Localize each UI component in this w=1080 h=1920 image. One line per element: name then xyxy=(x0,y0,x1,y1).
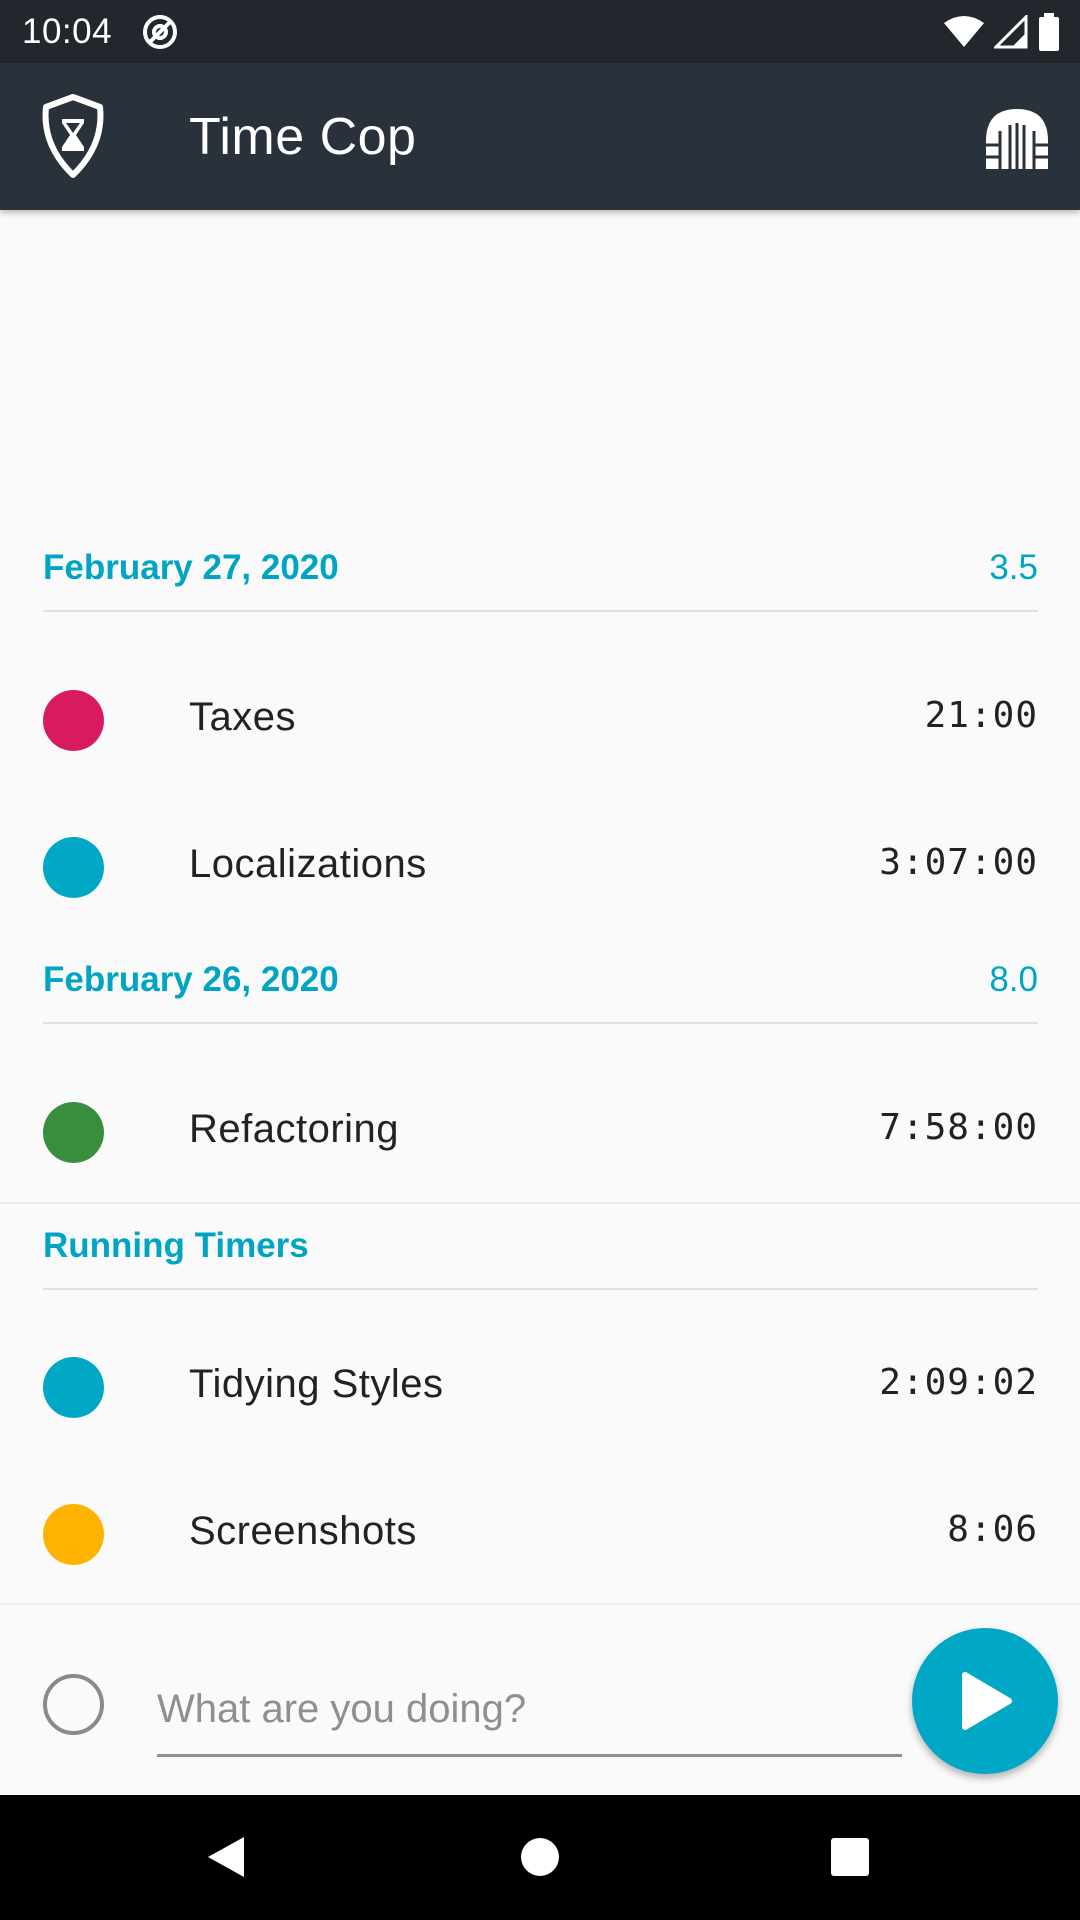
entry-duration: 21:00 xyxy=(924,695,1038,736)
running-timer[interactable]: Screenshots 8:06 xyxy=(0,1461,1080,1608)
project-color-dot xyxy=(43,690,104,751)
group-header: February 26, 2020 8.0 xyxy=(43,944,1038,1024)
group-date: February 27, 2020 xyxy=(43,548,339,587)
system-nav-bar xyxy=(0,1795,1080,1920)
group-date: February 26, 2020 xyxy=(43,960,339,999)
project-color-dot xyxy=(43,837,104,898)
entry-duration: 2:09:02 xyxy=(879,1362,1038,1403)
badge-hourglass-icon xyxy=(42,94,104,178)
entry-duration: 7:58:00 xyxy=(879,1107,1038,1148)
project-color-dot xyxy=(43,1102,104,1163)
app-bar: Time Cop xyxy=(0,63,1080,210)
nav-back-button[interactable] xyxy=(196,1827,256,1887)
entry-duration: 8:06 xyxy=(947,1509,1038,1550)
entry-duration: 3:07:00 xyxy=(879,842,1038,883)
entry-name: Taxes xyxy=(189,695,296,739)
running-timers-header: Running Timers xyxy=(43,1210,1038,1290)
group-hours: 3.5 xyxy=(989,548,1038,587)
section-divider xyxy=(0,1202,1080,1204)
entry-name: Localizations xyxy=(189,842,427,886)
entry-name: Refactoring xyxy=(189,1107,400,1151)
project-select-button[interactable] xyxy=(43,1674,104,1735)
time-entry[interactable]: Localizations 3:07:00 xyxy=(0,794,1080,941)
battery-icon xyxy=(1039,13,1059,51)
group-header: February 27, 2020 3.5 xyxy=(43,532,1038,612)
home-circle-icon xyxy=(521,1838,559,1876)
gate-icon[interactable] xyxy=(982,103,1052,173)
status-icons xyxy=(944,12,1060,52)
nav-home-button[interactable] xyxy=(510,1827,570,1887)
running-timer[interactable]: Tidying Styles 2:09:02 xyxy=(0,1314,1080,1461)
play-icon xyxy=(962,1672,1012,1730)
description-input[interactable] xyxy=(157,1657,902,1757)
group-hours: 8.0 xyxy=(989,960,1038,999)
app-title: Time Cop xyxy=(189,108,417,166)
project-color-dot xyxy=(43,1504,104,1565)
at-sign-icon xyxy=(143,15,177,49)
nav-recents-button[interactable] xyxy=(820,1827,880,1887)
time-entry[interactable]: Refactoring 7:58:00 xyxy=(0,1059,1080,1206)
running-timers-title: Running Timers xyxy=(43,1226,309,1265)
time-entry[interactable]: Taxes 21:00 xyxy=(0,647,1080,794)
start-timer-button[interactable] xyxy=(912,1628,1058,1774)
wifi-icon xyxy=(944,16,984,47)
status-time: 10:04 xyxy=(22,12,113,51)
status-bar: 10:04 xyxy=(0,0,1080,63)
entry-name: Tidying Styles xyxy=(189,1362,444,1406)
new-timer-bar xyxy=(0,1603,1080,1795)
signal-icon xyxy=(994,15,1028,49)
back-triangle-icon xyxy=(208,1837,244,1877)
project-color-dot xyxy=(43,1357,104,1418)
entry-name: Screenshots xyxy=(189,1509,417,1553)
recents-square-icon xyxy=(831,1838,869,1876)
